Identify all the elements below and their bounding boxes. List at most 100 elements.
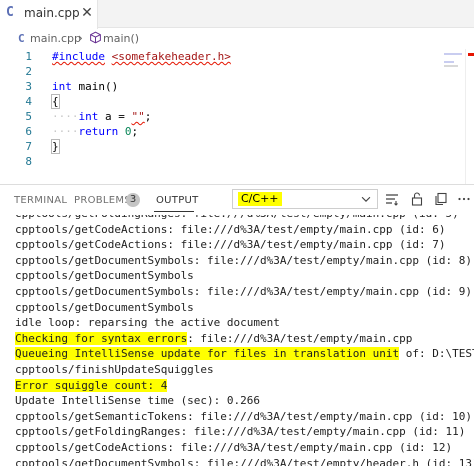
code-text: { (51, 94, 60, 109)
code-line: 1 #include <somefakeheader.h> (0, 49, 440, 64)
number-literal: 0 (124, 125, 132, 138)
output-line: Update IntelliSense time (sec): 0.266 (15, 393, 260, 408)
output-line: Checking for syntax errors: file:///d%3A… (15, 331, 412, 346)
bottom-panel: TERMINAL PROBLEMS 3 OUTPUT C/C++ cpptool… (0, 184, 474, 466)
output-text: cpptools/getCodeActions: file:///d%3A/te… (15, 222, 446, 236)
output-line: cpptools/getDocumentSymbols: file:///d%3… (15, 253, 472, 268)
output-text: of: D:\TEST\EMPTY\MAIN.CPP (405, 347, 474, 361)
line-number: 3 (25, 80, 32, 93)
code-token: ; (131, 125, 139, 138)
tab-output[interactable]: OUTPUT (156, 195, 199, 206)
close-brace: } (51, 139, 60, 154)
output-channel-select[interactable]: C/C++ (232, 189, 378, 209)
code-line: 5 ····int a = ""; (0, 109, 440, 124)
output-text: cpptools/getDocumentSymbols: file:///d%3… (15, 285, 472, 298)
line-number: 8 (25, 155, 32, 168)
highlighted-text: Error squiggle count: 4 (15, 378, 168, 392)
code-line: 2 (0, 64, 440, 79)
output-text: idle loop: reparsing the active document (15, 316, 280, 330)
include-header: <somefakeheader.h> (111, 50, 231, 63)
string-literal: "" (131, 110, 145, 123)
code-text: ····return 0; (52, 124, 138, 139)
highlighted-text: Queueing IntelliSense update for files i… (15, 347, 400, 361)
line-number: 2 (25, 65, 32, 78)
output-text: cpptools/getDocumentSymbols (15, 300, 194, 314)
line-number: 5 (25, 110, 32, 123)
output-log[interactable]: cpptools/getFoldingRanges: file:///d%3A/… (0, 215, 474, 466)
output-text: : file:///d%3A/test/empty/main.cpp (187, 331, 413, 345)
output-text: cpptools/getDocumentSymbols (15, 269, 194, 283)
tab-problems[interactable]: PROBLEMS (74, 195, 131, 206)
include-directive: #include (52, 50, 105, 63)
breadcrumb-function[interactable]: main() (103, 32, 139, 45)
code-line: 6 ····return 0; (0, 124, 440, 139)
minimap-line (444, 61, 454, 63)
overview-ruler[interactable] (465, 49, 474, 184)
output-line: cpptools/getDocumentSymbols: file:///d%3… (15, 456, 474, 466)
whitespace-dots: ···· (52, 125, 79, 138)
minimap-line (444, 53, 462, 55)
code-line: 8 (0, 154, 440, 169)
output-line: cpptools/getSemanticTokens: file:///d%3A… (15, 409, 472, 424)
output-text: cpptools/getDocumentSymbols: file:///d%3… (15, 456, 474, 466)
keyword: return (78, 125, 119, 138)
output-line: Queueing IntelliSense update for files i… (15, 346, 474, 361)
breadcrumb-separator: › (78, 31, 83, 45)
code-text: } (51, 139, 60, 154)
line-number: 6 (25, 125, 32, 138)
code-line: 7 } (0, 139, 440, 154)
output-line: cpptools/finishUpdateSquiggles (15, 362, 214, 377)
breadcrumb-file[interactable]: main.cpp (30, 32, 81, 45)
keyword: int (78, 110, 99, 123)
output-text: cpptools/getFoldingRanges: file:///d%3A/… (15, 425, 466, 439)
line-number: 1 (25, 50, 32, 63)
output-line: idle loop: reparsing the active document (15, 315, 280, 330)
output-line: cpptools/getFoldingRanges: file:///d%3A/… (15, 424, 465, 439)
output-line: cpptools/getCodeActions: file:///d%3A/te… (15, 222, 445, 237)
tab-main-cpp[interactable]: C main.cpp ✕ (0, 0, 98, 29)
copy-icon[interactable] (433, 191, 449, 207)
code-editor[interactable]: 1 #include <somefakeheader.h> 2 3 int ma… (0, 49, 474, 184)
tab-label: main.cpp (24, 6, 80, 20)
whitespace-dots: ···· (52, 110, 79, 123)
close-icon[interactable]: ✕ (79, 4, 95, 22)
code-line: 3 int main() (0, 79, 440, 94)
output-line: cpptools/getDocumentSymbols: file:///d%3… (15, 284, 472, 299)
c-file-icon: C (6, 5, 14, 20)
code-text: ····int a = ""; (52, 109, 151, 124)
output-text: cpptools/getFoldingRanges: file:///d%3A/… (15, 215, 459, 220)
keyword: int (52, 80, 72, 93)
panel-tab-bar: TERMINAL PROBLEMS 3 OUTPUT C/C++ (0, 185, 474, 215)
editor-tab-bar: C main.cpp ✕ (0, 0, 474, 29)
output-line: Error squiggle count: 4 (15, 378, 168, 393)
line-number: 4 (25, 95, 32, 108)
output-text: cpptools/finishUpdateSquiggles (15, 363, 214, 376)
breadcrumb: C main.cpp › main() (0, 29, 474, 49)
code-line: 4 { (0, 94, 440, 109)
output-line: cpptools/getCodeActions: file:///d%3A/te… (15, 237, 445, 252)
output-text: cpptools/getSemanticTokens: file:///d%3A… (15, 409, 472, 423)
code-token: a = (98, 110, 132, 123)
output-text: cpptools/getCodeActions: file:///d%3A/te… (15, 441, 453, 454)
filter-list-icon[interactable] (384, 191, 400, 207)
code-token: main() (71, 80, 119, 93)
active-tab-indicator (154, 211, 194, 212)
tab-terminal[interactable]: TERMINAL (14, 195, 67, 206)
code-text: #include <somefakeheader.h> (52, 49, 231, 64)
minimap-line (444, 65, 458, 67)
line-number: 7 (25, 140, 32, 153)
open-brace: { (51, 94, 60, 109)
more-icon[interactable] (456, 191, 472, 207)
problems-count-badge: 3 (126, 193, 140, 207)
c-file-icon: C (18, 32, 25, 45)
lock-icon[interactable] (409, 191, 425, 207)
function-cube-icon (90, 31, 101, 44)
channel-selected-value: C/C++ (238, 192, 282, 206)
output-line: cpptools/getCodeActions: file:///d%3A/te… (15, 440, 452, 455)
output-line: cpptools/getDocumentSymbols (15, 300, 194, 315)
code-text: int main() (52, 79, 118, 94)
highlighted-text: Checking for syntax errors (15, 331, 188, 345)
chevron-down-icon (361, 196, 371, 202)
output-line: cpptools/getFoldingRanges: file:///d%3A/… (15, 215, 459, 221)
